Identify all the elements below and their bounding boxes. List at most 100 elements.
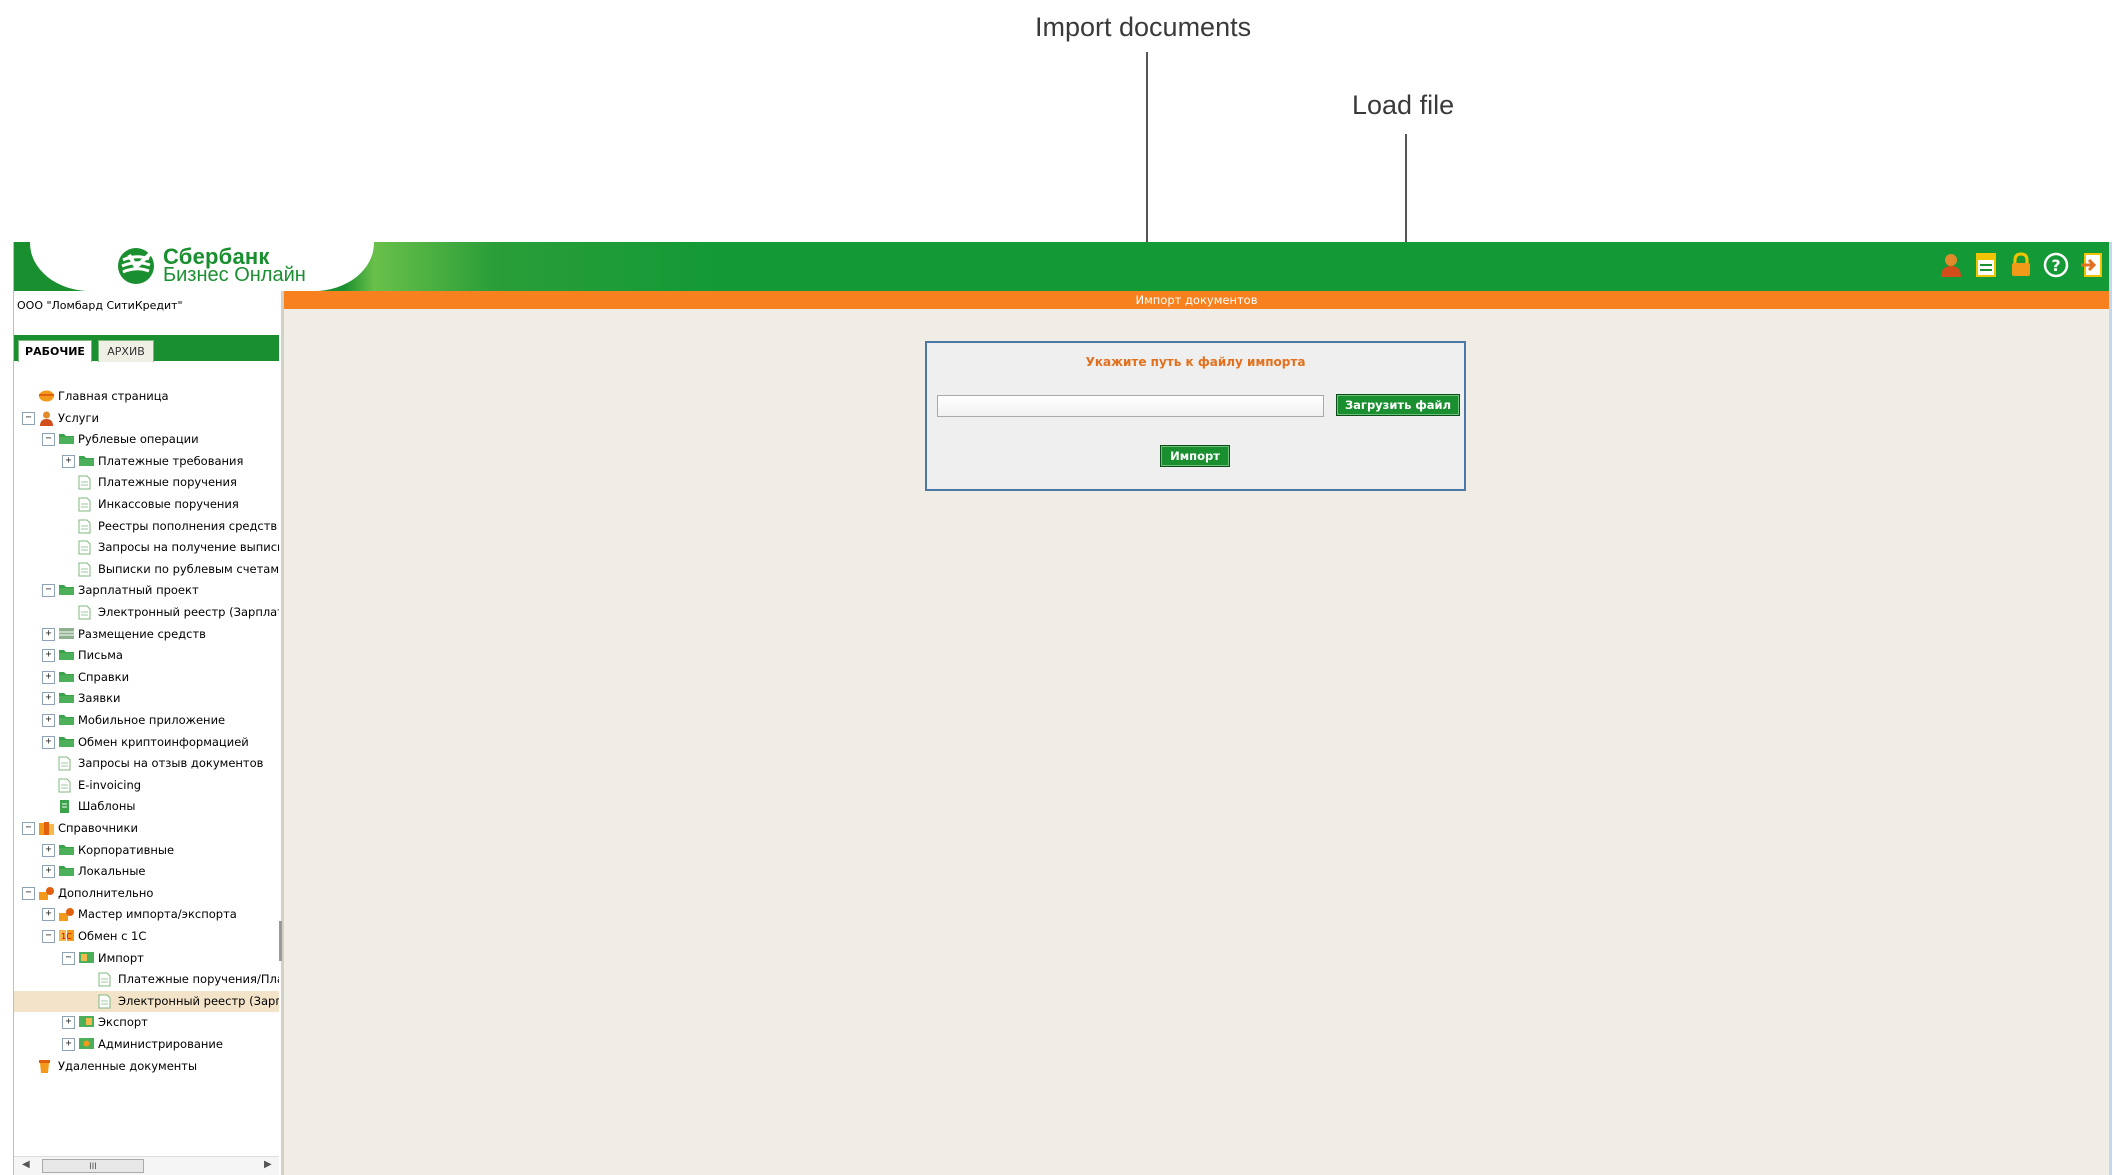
tree-item[interactable]: Выписки по рублевым счетам: [14, 559, 279, 580]
tree-item[interactable]: + Мобильное приложение: [14, 710, 279, 731]
collapse-icon[interactable]: −: [22, 822, 35, 835]
tree-item-label: Главная страница: [58, 389, 169, 403]
tree-item[interactable]: + Экспорт: [14, 1012, 279, 1033]
tree-item[interactable]: + Администрирование: [14, 1034, 279, 1055]
tree-item[interactable]: + Размещение средств: [14, 624, 279, 645]
home-icon: [38, 389, 55, 402]
tree-item-label: E-invoicing: [78, 777, 142, 792]
collapse-icon[interactable]: −: [42, 930, 55, 943]
tree-item-label: Мобильное приложение: [78, 713, 226, 727]
expand-icon[interactable]: +: [42, 735, 55, 749]
collapse-icon[interactable]: −: [22, 886, 35, 900]
user-icon[interactable]: [1937, 251, 1965, 279]
document-icon: [58, 778, 75, 793]
tree-item[interactable]: + Локальные: [14, 861, 279, 882]
splitter-handle[interactable]: [279, 921, 282, 961]
import-panel-title: Укажите путь к файлу импорта: [1085, 355, 1306, 369]
tree-item[interactable]: − Импорт: [14, 948, 279, 969]
import-button[interactable]: Импорт: [1160, 445, 1230, 467]
document-icon[interactable]: [1972, 251, 2000, 279]
scrollbar-thumb[interactable]: III: [42, 1159, 144, 1173]
tree-item[interactable]: Удаленные документы: [14, 1056, 279, 1077]
tools-icon: [58, 907, 75, 922]
expand-icon[interactable]: +: [62, 454, 75, 468]
expand-icon[interactable]: +: [42, 865, 55, 879]
tree-item[interactable]: + Платежные требования: [14, 451, 279, 472]
logo[interactable]: Сбербанк Бизнес Онлайн: [30, 242, 374, 291]
tree-item[interactable]: + Обмен криптоинформацией: [14, 732, 279, 753]
tree-item[interactable]: − Услуги: [14, 408, 279, 429]
sidebar: ООО "Ломбард СитиКредит" РАБОЧИЕ АРХИВ Г…: [14, 291, 284, 1175]
tree-item[interactable]: Запросы на отзыв документов: [14, 753, 279, 774]
tree-item[interactable]: Главная страница: [14, 386, 279, 407]
document-icon: [78, 497, 95, 512]
expand-icon[interactable]: +: [42, 649, 55, 663]
horizontal-scrollbar[interactable]: ◀ III ▶: [14, 1156, 279, 1175]
help-icon[interactable]: ?: [2042, 251, 2070, 279]
tree-item[interactable]: Запросы на получение выписки п: [14, 537, 279, 558]
tree-item[interactable]: + Мастер импорта/экспорта: [14, 904, 279, 925]
tree-item[interactable]: Реестры пополнения средств по: [14, 516, 279, 537]
folder-icon: [78, 454, 95, 467]
collapse-icon[interactable]: −: [42, 433, 55, 447]
header-toolbar: ?: [1937, 251, 2105, 279]
tab-archive[interactable]: АРХИВ: [98, 340, 154, 362]
exit-icon[interactable]: [2077, 251, 2105, 279]
folder-icon: [58, 713, 75, 726]
svg-text:?: ?: [2051, 256, 2060, 275]
tree-item-label: Платежные требования: [98, 453, 244, 468]
tab-working[interactable]: РАБОЧИЕ: [18, 340, 92, 362]
tools-icon: [38, 886, 55, 900]
tree-item-label: Локальные: [78, 864, 146, 879]
tree-item[interactable]: + Корпоративные: [14, 840, 279, 861]
folder-icon: [58, 843, 75, 856]
tree-item[interactable]: − Рублевые операции: [14, 429, 279, 450]
tree-item[interactable]: Платежные поручения/Плате: [14, 969, 279, 990]
expand-icon[interactable]: +: [42, 714, 55, 727]
document-icon: [98, 972, 115, 987]
tree-item-label: Мастер импорта/экспорта: [78, 907, 237, 922]
expand-icon[interactable]: +: [42, 908, 55, 922]
expand-icon[interactable]: +: [42, 627, 55, 641]
collapse-icon[interactable]: −: [42, 584, 55, 598]
template-icon: [58, 799, 75, 814]
tree-item-label: Платежные поручения: [98, 475, 237, 490]
document-icon: [78, 605, 95, 620]
expand-icon[interactable]: +: [62, 1038, 75, 1051]
document-icon: [58, 756, 75, 771]
tree-item[interactable]: Электронный реестр (Зарпл: [14, 990, 279, 1012]
expand-icon[interactable]: +: [42, 670, 55, 684]
lock-icon[interactable]: [2007, 251, 2035, 279]
tree-item[interactable]: −1C Обмен с 1С: [14, 926, 279, 947]
document-icon: [78, 475, 95, 490]
collapse-icon[interactable]: −: [62, 951, 75, 965]
tree-item-label: Письма: [78, 648, 123, 663]
file-path-input[interactable]: [937, 395, 1324, 417]
folder-icon: [58, 864, 75, 877]
tree-item[interactable]: − Справочники: [14, 818, 279, 839]
sberbank-logo-icon: [118, 248, 154, 284]
expand-icon[interactable]: +: [62, 1016, 75, 1030]
tree-item[interactable]: Платежные поручения: [14, 472, 279, 493]
collapse-icon[interactable]: −: [22, 411, 35, 425]
expand-icon[interactable]: +: [42, 843, 55, 857]
tree-item[interactable]: Электронный реестр (Зарплатн: [14, 602, 279, 623]
tree-item[interactable]: + Письма: [14, 645, 279, 666]
scroll-left-icon[interactable]: ◀: [22, 1159, 30, 1170]
tree-item[interactable]: Шаблоны: [14, 796, 279, 817]
tree-item[interactable]: − Дополнительно: [14, 883, 279, 904]
tree-item-label: Запросы на получение выписки п: [98, 540, 279, 555]
tree-item[interactable]: + Справки: [14, 667, 279, 688]
tree-item[interactable]: E-invoicing: [14, 775, 279, 796]
tree-item[interactable]: Инкассовые поручения: [14, 494, 279, 515]
import-panel: Укажите путь к файлу импорта Загрузить ф…: [925, 341, 1466, 491]
tree-item[interactable]: + Заявки: [14, 688, 279, 709]
load-file-button[interactable]: Загрузить файл: [1336, 394, 1460, 416]
app-header: Сбербанк Бизнес Онлайн ?: [14, 242, 2109, 291]
expand-icon[interactable]: +: [42, 692, 55, 706]
tree-item-label: Справки: [78, 669, 130, 684]
tree-item[interactable]: − Зарплатный проект: [14, 580, 279, 601]
tree-item-label: Запросы на отзыв документов: [78, 756, 264, 771]
scroll-right-icon[interactable]: ▶: [264, 1159, 272, 1170]
organization-name: ООО "Ломбард СитиКредит": [17, 299, 183, 312]
